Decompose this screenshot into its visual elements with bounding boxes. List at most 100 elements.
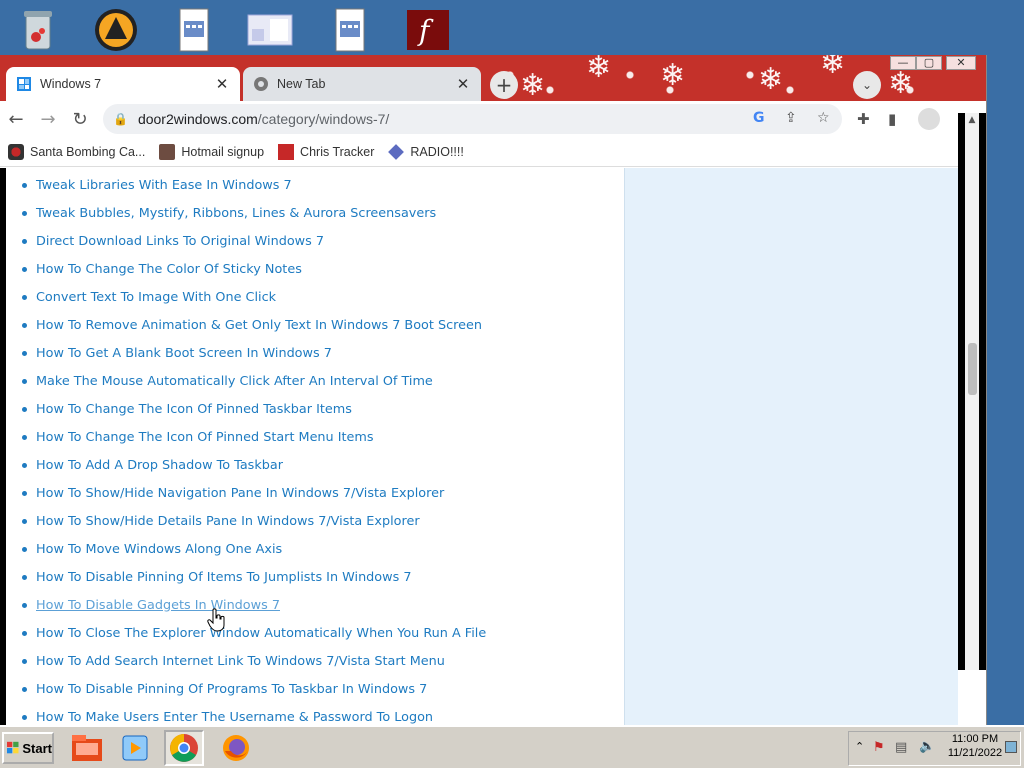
tab-close-icon[interactable]: ✕ — [214, 75, 230, 93]
start-button[interactable]: Start — [2, 732, 54, 764]
start-label: Start — [22, 740, 52, 756]
article-link[interactable]: How To Get A Blank Boot Screen In Window… — [36, 346, 332, 361]
article-link[interactable]: How To Close The Explorer Window Automat… — [36, 626, 486, 641]
article-link[interactable]: Convert Text To Image With One Click — [36, 290, 276, 305]
taskbar-clock[interactable]: 11:00 PM 11/21/2022 — [940, 732, 1010, 760]
bullet-icon — [22, 630, 27, 636]
minimize-button[interactable]: — — [890, 56, 916, 70]
article-link[interactable]: How To Change The Icon Of Pinned Start M… — [36, 430, 374, 445]
recycle-bin-icon[interactable] — [14, 6, 62, 54]
tab-windows-7[interactable]: Windows 7 ✕ — [6, 67, 240, 101]
lock-icon[interactable]: 🔒 — [113, 112, 128, 126]
windows-logo-icon — [7, 741, 19, 754]
article-list-item: Tweak Libraries With Ease In Windows 7 — [22, 171, 486, 199]
bullet-icon — [22, 490, 27, 496]
article-list-item: How To Change The Icon Of Pinned Taskbar… — [22, 395, 486, 423]
firefox-taskbar-icon[interactable] — [216, 730, 256, 766]
tab-close-icon[interactable]: ✕ — [455, 75, 471, 93]
back-button[interactable]: ← — [4, 107, 28, 131]
document-icon-2[interactable] — [326, 6, 374, 54]
article-link[interactable]: How To Show/Hide Navigation Pane In Wind… — [36, 486, 444, 501]
article-list-item: How To Close The Explorer Window Automat… — [22, 619, 486, 647]
article-list-item: How To Disable Gadgets In Windows 7 — [22, 591, 486, 619]
snowflake-decoration: ❄ — [888, 66, 914, 101]
page-content: Tweak Libraries With Ease In Windows 7 Tw… — [0, 168, 958, 725]
new-tab-button[interactable]: + — [490, 71, 518, 99]
document-icon[interactable] — [170, 6, 218, 54]
page-scrollbar[interactable]: ▲ — [958, 113, 986, 670]
bookmarks-bar: Santa Bombing Ca... Hotmail signup Chris… — [0, 137, 986, 167]
bullet-icon — [22, 714, 27, 720]
bookmark-chris-tracker[interactable]: Chris Tracker — [278, 143, 374, 160]
article-link[interactable]: How To Add A Drop Shadow To Taskbar — [36, 458, 283, 473]
address-bar[interactable]: 🔒 door2windows.com/category/windows-7/ G… — [103, 104, 842, 134]
article-list-item: Make The Mouse Automatically Click After… — [22, 367, 486, 395]
page-sidebar — [624, 168, 958, 725]
article-link[interactable]: Tweak Bubbles, Mystify, Ribbons, Lines &… — [36, 206, 436, 221]
article-list-item: How To Disable Pinning Of Programs To Ta… — [22, 675, 486, 703]
google-lens-icon[interactable]: G — [753, 110, 765, 126]
article-list-item: How To Make Users Enter The Username & P… — [22, 703, 486, 725]
article-link[interactable]: How To Make Users Enter The Username & P… — [36, 710, 433, 725]
network-icon[interactable]: ▤ — [895, 740, 907, 755]
santa-icon — [8, 143, 24, 160]
bullet-icon — [22, 518, 27, 524]
close-window-button[interactable]: ✕ — [946, 56, 976, 70]
action-center-flag-icon[interactable]: ⚑ — [873, 740, 885, 755]
share-icon[interactable]: ⇪ — [785, 110, 797, 126]
clock-time: 11:00 PM — [951, 733, 999, 745]
volume-icon[interactable]: 🔈 — [919, 739, 935, 754]
profile-avatar-icon[interactable] — [918, 108, 940, 130]
article-link[interactable]: How To Disable Gadgets In Windows 7 — [36, 598, 280, 613]
bookmark-santa[interactable]: Santa Bombing Ca... — [8, 143, 146, 160]
article-link[interactable]: How To Remove Animation & Get Only Text … — [36, 318, 482, 333]
snowflake-decoration: ❄ — [586, 55, 612, 85]
scroll-up-arrow[interactable]: ▲ — [965, 113, 979, 127]
tab-search-button[interactable]: ⌄ — [853, 71, 881, 99]
article-link[interactable]: How To Disable Pinning Of Items To Jumpl… — [36, 570, 411, 585]
article-link[interactable]: How To Change The Icon Of Pinned Taskbar… — [36, 402, 352, 417]
bullet-icon — [22, 462, 27, 468]
flash-player-icon[interactable]: f — [404, 6, 452, 54]
aimp-player-icon[interactable] — [92, 6, 140, 54]
file-manager-taskbar-icon[interactable] — [67, 730, 107, 766]
url-host: door2windows.com — [137, 111, 258, 127]
bookmark-star-icon[interactable]: ☆ — [817, 110, 830, 126]
browser-window: ❄ ❄ ❄ ❄ ❄ ❄ Windows 7 ✕ New Tab ✕ + ⌄ — … — [0, 55, 987, 725]
hotmail-icon — [159, 143, 176, 160]
article-link[interactable]: Direct Download Links To Original Window… — [36, 234, 324, 249]
extensions-icon[interactable]: ✚ — [857, 110, 870, 128]
tab-new-tab[interactable]: New Tab ✕ — [243, 67, 481, 101]
side-panel-icon[interactable]: ▮ — [888, 110, 896, 128]
bookmark-hotmail[interactable]: Hotmail signup — [159, 143, 265, 160]
maximize-button[interactable]: ▢ — [916, 56, 942, 70]
folder-window-icon[interactable] — [246, 6, 294, 54]
bookmark-radio[interactable]: RADIO!!!! — [388, 143, 464, 160]
article-link[interactable]: Make The Mouse Automatically Click After… — [36, 374, 433, 389]
article-link[interactable]: Tweak Libraries With Ease In Windows 7 — [36, 178, 292, 193]
media-player-taskbar-icon[interactable] — [115, 730, 155, 766]
reload-button[interactable]: ↻ — [68, 107, 92, 131]
article-link[interactable]: How To Disable Pinning Of Programs To Ta… — [36, 682, 427, 697]
article-list-item: Direct Download Links To Original Window… — [22, 227, 486, 255]
bookmark-label: Hotmail signup — [181, 144, 265, 159]
bullet-icon — [22, 378, 27, 384]
article-link[interactable]: How To Change The Color Of Sticky Notes — [36, 262, 302, 277]
radio-icon — [388, 143, 405, 160]
bookmark-label: RADIO!!!! — [410, 144, 464, 159]
snowflake-decoration: ❄ — [758, 62, 784, 97]
chrome-taskbar-icon[interactable] — [164, 730, 204, 766]
page-left-border — [0, 168, 6, 725]
forward-button[interactable]: → — [36, 107, 60, 131]
article-link[interactable]: How To Move Windows Along One Axis — [36, 542, 282, 557]
show-hidden-icons-icon[interactable]: ⌃ — [855, 740, 864, 753]
article-link[interactable]: How To Add Search Internet Link To Windo… — [36, 654, 445, 669]
bullet-icon — [22, 658, 27, 664]
bookmark-label: Santa Bombing Ca... — [30, 144, 146, 159]
article-list-item: Tweak Bubbles, Mystify, Ribbons, Lines &… — [22, 199, 486, 227]
scroll-thumb[interactable] — [968, 343, 977, 395]
article-link[interactable]: How To Show/Hide Details Pane In Windows… — [36, 514, 420, 529]
bullet-icon — [22, 322, 27, 328]
url-path: /category/windows-7/ — [257, 111, 390, 127]
article-list: Tweak Libraries With Ease In Windows 7 Tw… — [22, 171, 486, 725]
